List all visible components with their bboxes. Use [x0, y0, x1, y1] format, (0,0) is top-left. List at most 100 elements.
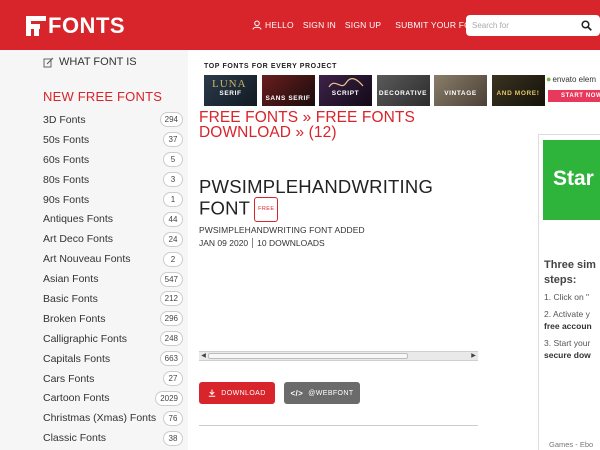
what-font-link[interactable]: WHAT FONT IS — [43, 56, 137, 68]
category-label: Capitals Fonts — [43, 352, 111, 365]
code-icon: </> — [290, 388, 304, 398]
category-count-badge: 76 — [163, 410, 183, 426]
sidebar-category-item[interactable]: Classic Fonts 38 — [43, 428, 183, 448]
category-list: 3D Fonts 294 50s Fonts 37 60s Fonts 5 80s Font… — [43, 110, 183, 448]
script-swirl-icon — [328, 77, 364, 88]
sidebar-category-item[interactable]: 90s Fonts 1 — [43, 190, 183, 210]
sidebar-category-item[interactable]: Cartoon Fonts 2029 — [43, 388, 183, 408]
font-date: JAN 09 2020 — [199, 238, 249, 248]
webfont-button[interactable]: </> @WEBFONT — [284, 382, 360, 404]
sidebar-category-item[interactable]: Asian Fonts 547 — [43, 269, 183, 289]
thumb-vintage[interactable]: VINTAGE — [434, 75, 487, 106]
envato-text: envato elem — [552, 74, 597, 84]
category-count-badge: 1 — [163, 192, 183, 207]
sidebar-category-item[interactable]: 3D Fonts 294 — [43, 110, 183, 130]
category-count-badge: 38 — [163, 430, 183, 446]
nav-sign-up[interactable]: SIGN UP — [345, 20, 381, 30]
thumb-script[interactable]: SCRIPT — [319, 75, 372, 106]
thumb-serif-sample: LUNA — [212, 78, 247, 90]
sidebar-category-item[interactable]: Capitals Fonts 663 — [43, 349, 183, 369]
user-icon — [252, 20, 262, 30]
ad-heading-line2: steps: — [544, 274, 577, 286]
download-label: DOWNLOAD — [221, 389, 266, 397]
ad-heading: Three sim steps: — [544, 258, 596, 288]
category-count-badge: 547 — [159, 271, 183, 287]
category-label: Cartoon Fonts — [43, 392, 110, 405]
ad-step-1: 1. Click on " — [544, 292, 590, 302]
font-added-text: PWSIMPLEHANDWRITING FONT ADDED — [199, 225, 365, 235]
nav-sign-in[interactable]: SIGN IN — [303, 20, 336, 30]
ad-step-2: 2. Activate y free accoun — [544, 308, 592, 332]
envato-logo: ● envato elem — [546, 74, 600, 84]
search-icon[interactable] — [581, 20, 592, 31]
category-label: Broken Fonts — [43, 312, 106, 325]
sidebar-category-item[interactable]: Antiques Fonts 44 — [43, 209, 183, 229]
ad-step-3: 3. Start your secure dow — [544, 337, 591, 361]
font-downloads: 10 DOWNLOADS — [257, 238, 325, 248]
category-count-badge: 2029 — [155, 390, 183, 406]
category-count-badge: 44 — [163, 211, 183, 227]
sidebar-category-item[interactable]: Christmas (Xmas) Fonts 76 — [43, 408, 183, 428]
category-count-badge: 212 — [159, 291, 183, 307]
pencil-icon — [43, 57, 54, 67]
nav-hello[interactable]: HELLO — [265, 20, 294, 30]
sidebar-category-item[interactable]: Basic Fonts 212 — [43, 289, 183, 309]
font-name-line2: FONT — [199, 197, 251, 219]
webfont-label: @WEBFONT — [308, 389, 354, 397]
ad-step-2b: free accoun — [544, 321, 592, 331]
envato-ad[interactable]: ● envato elem START NOW — [546, 74, 600, 104]
category-count-badge: 2 — [163, 251, 183, 267]
sidebar-category-item[interactable]: Cars Fonts 27 — [43, 369, 183, 389]
start-now-button[interactable]: START NOW — [548, 90, 600, 102]
logo-mark-icon — [26, 16, 46, 36]
category-count-badge: 294 — [159, 112, 183, 128]
thumb-decorative-label: DECORATIVE — [378, 90, 428, 97]
content-divider — [199, 425, 478, 426]
top-fonts-title: TOP FONTS FOR EVERY PROJECT — [204, 63, 338, 70]
thumb-decorative[interactable]: DECORATIVE — [376, 75, 430, 106]
download-button[interactable]: DOWNLOAD — [199, 382, 275, 404]
thumb-serif[interactable]: LUNA SERIF — [204, 75, 257, 106]
breadcrumb-download[interactable]: DOWNLOAD — [199, 124, 291, 141]
ad-start-button[interactable]: Star — [543, 140, 600, 220]
page-title: PWSIMPLEHANDWRITING FONT FREE — [199, 176, 433, 222]
leaf-icon: ● — [546, 74, 552, 84]
sidebar-category-item[interactable]: 50s Fonts 37 — [43, 130, 183, 150]
preview-scrollbar[interactable]: ◀ ▶ — [199, 351, 478, 361]
sidebar-category-item[interactable]: Broken Fonts 296 — [43, 309, 183, 329]
scroll-right-icon[interactable]: ▶ — [470, 353, 477, 360]
thumb-serif-label: SERIF — [219, 90, 242, 97]
sidebar-category-item[interactable]: Calligraphic Fonts 248 — [43, 329, 183, 349]
category-label: Basic Fonts — [43, 292, 98, 305]
category-label: 3D Fonts — [43, 113, 86, 126]
thumb-vintage-label: VINTAGE — [444, 90, 477, 97]
category-label: Art Deco Fonts — [43, 233, 114, 246]
ad-step-3a: 3. Start your — [544, 338, 591, 348]
site-logo[interactable]: FONTS — [26, 13, 126, 38]
thumb-sans-serif-label: SANS SERIF — [265, 95, 311, 102]
meta-divider — [252, 238, 254, 248]
ad-heading-line1: Three sim — [544, 259, 596, 271]
sidebar-category-item[interactable]: Art Deco Fonts 24 — [43, 229, 183, 249]
free-badge: FREE — [254, 197, 279, 222]
ad-footer: Games - Ebo — [549, 440, 594, 449]
scroll-left-icon[interactable]: ◀ — [200, 353, 207, 360]
header-nav: HELLO SIGN IN SIGN UP SUBMIT YOUR FONTS — [252, 20, 498, 30]
thumb-sans-serif[interactable]: SANS SERIF — [261, 75, 315, 106]
category-label: Cars Fonts — [43, 372, 95, 385]
logo-text: FONTS — [48, 13, 126, 38]
download-icon — [209, 389, 216, 397]
sidebar-category-item[interactable]: 80s Fonts 3 — [43, 170, 183, 190]
sidebar-category-item[interactable]: Art Nouveau Fonts 2 — [43, 249, 183, 269]
category-label: Calligraphic Fonts — [43, 332, 128, 345]
thumb-and-more[interactable]: AND MORE! — [491, 75, 545, 106]
font-name-line1: PWSIMPLEHANDWRITING — [199, 176, 434, 197]
scrollbar-thumb[interactable] — [208, 353, 408, 359]
category-count-badge: 663 — [159, 351, 183, 367]
category-count-badge: 5 — [163, 152, 183, 168]
right-ad[interactable]: Star Three sim steps: 1. Click on " 2. A… — [538, 134, 600, 450]
search-input[interactable] — [472, 18, 572, 33]
category-count-badge: 248 — [159, 331, 183, 347]
category-label: 90s Fonts — [43, 193, 90, 206]
sidebar-category-item[interactable]: 60s Fonts 5 — [43, 150, 183, 170]
